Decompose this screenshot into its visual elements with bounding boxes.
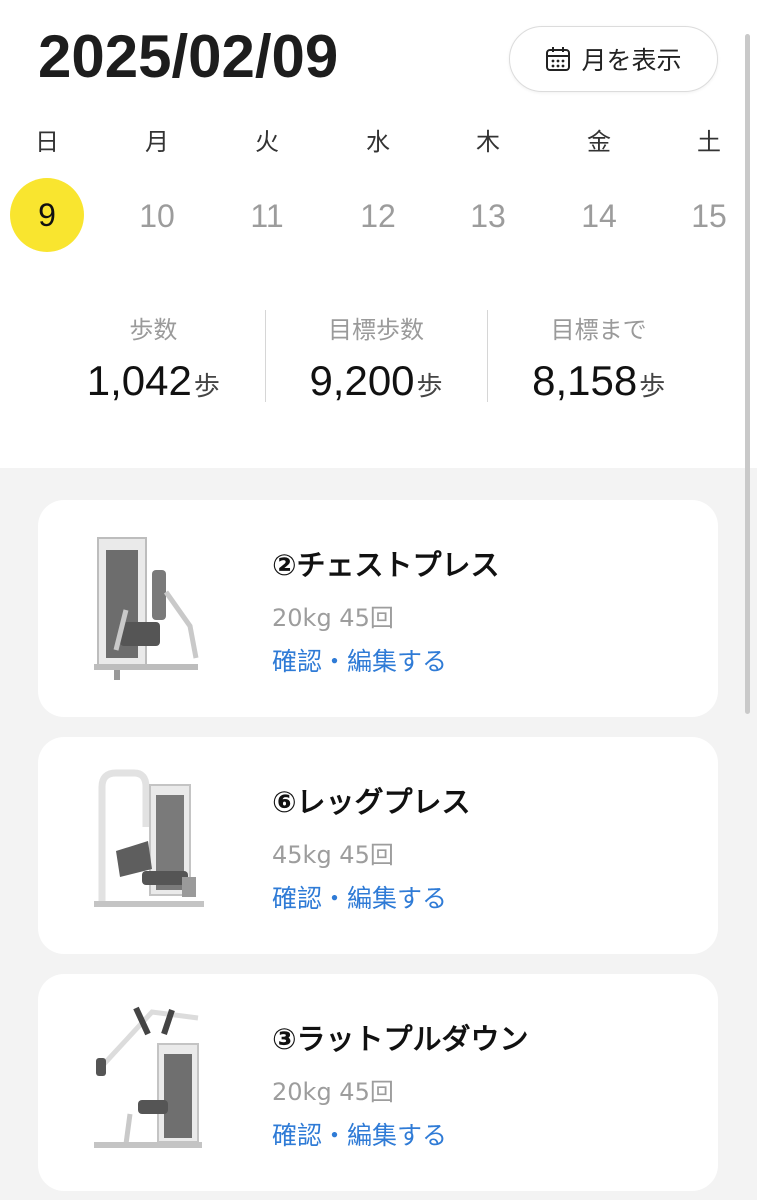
- stat-unit: 歩: [193, 372, 220, 402]
- day-number[interactable]: 14: [562, 184, 636, 248]
- workout-spec: 20kg 45回: [272, 1078, 394, 1106]
- workout-card[interactable]: ②チェストプレス 20kg 45回 確認・編集する: [38, 500, 718, 717]
- day-number[interactable]: 12: [341, 184, 415, 248]
- view-edit-link[interactable]: 確認・編集する: [272, 642, 447, 678]
- weekday-label: 金: [587, 128, 611, 156]
- day-column-sun[interactable]: 日 9: [7, 120, 87, 252]
- day-number[interactable]: 13: [451, 184, 525, 248]
- stat-value: 9,200: [309, 357, 415, 404]
- stat-label: 目標歩数: [328, 316, 424, 344]
- stat-steps: 歩数 1,042歩: [42, 300, 265, 410]
- day-column-fri[interactable]: 金 14: [559, 120, 639, 248]
- step-stats: 歩数 1,042歩 目標歩数 9,200歩 目標まで 8,158歩: [42, 300, 710, 410]
- weekday-label: 日: [35, 128, 59, 156]
- show-month-label: 月を表示: [581, 46, 682, 75]
- scrollbar[interactable]: [745, 34, 750, 714]
- day-number[interactable]: 15: [672, 184, 746, 248]
- workout-name: ③ラットプルダウン: [272, 1022, 529, 1056]
- stat-remaining-steps: 目標まで 8,158歩: [487, 300, 710, 410]
- stat-label: 歩数: [129, 316, 178, 344]
- day-column-thu[interactable]: 木 13: [448, 120, 528, 248]
- workout-card[interactable]: ⑥レッグプレス 45kg 45回 確認・編集する: [38, 737, 718, 954]
- calendar-icon: [545, 46, 571, 72]
- day-column-mon[interactable]: 月 10: [117, 120, 197, 248]
- day-column-tue[interactable]: 火 11: [227, 120, 307, 248]
- workout-name: ⑥レッグプレス: [272, 785, 471, 819]
- stat-value: 8,158: [532, 357, 638, 404]
- view-edit-link[interactable]: 確認・編集する: [272, 1116, 447, 1152]
- day-number[interactable]: 10: [120, 184, 194, 248]
- weekday-label: 月: [145, 128, 169, 156]
- stat-label: 目標まで: [550, 316, 647, 344]
- weekday-label: 木: [476, 128, 500, 156]
- stat-value: 1,042: [86, 357, 192, 404]
- stat-unit: 歩: [416, 372, 443, 402]
- weekday-label: 水: [366, 128, 390, 156]
- view-edit-link[interactable]: 確認・編集する: [272, 879, 447, 915]
- workout-spec: 20kg 45回: [272, 604, 394, 632]
- show-month-button[interactable]: 月を表示: [509, 26, 718, 92]
- workout-spec: 45kg 45回: [272, 841, 394, 869]
- chest-press-machine-icon: [86, 530, 206, 685]
- day-number[interactable]: 11: [230, 184, 304, 248]
- workout-name: ②チェストプレス: [272, 548, 500, 582]
- selected-day-number[interactable]: 9: [10, 178, 84, 252]
- weekday-label: 土: [697, 128, 721, 156]
- workout-card[interactable]: ③ラットプルダウン 20kg 45回 確認・編集する: [38, 974, 718, 1191]
- stat-goal-steps: 目標歩数 9,200歩: [264, 300, 488, 410]
- current-date-title: 2025/02/09: [38, 23, 339, 90]
- weekday-label: 火: [255, 128, 279, 156]
- day-column-wed[interactable]: 水 12: [338, 120, 418, 248]
- week-strip: 日 9 月 10 火 11 水 12 木 13 金 14 土 15: [0, 120, 757, 252]
- header-area: 2025/02/09 月を表示 日 9 月 10 火 11 水 12 木 13 …: [0, 0, 757, 468]
- day-column-sat[interactable]: 土 15: [669, 120, 749, 248]
- lat-pulldown-machine-icon: [86, 1004, 206, 1159]
- stat-unit: 歩: [639, 372, 666, 402]
- leg-press-machine-icon: [86, 767, 206, 922]
